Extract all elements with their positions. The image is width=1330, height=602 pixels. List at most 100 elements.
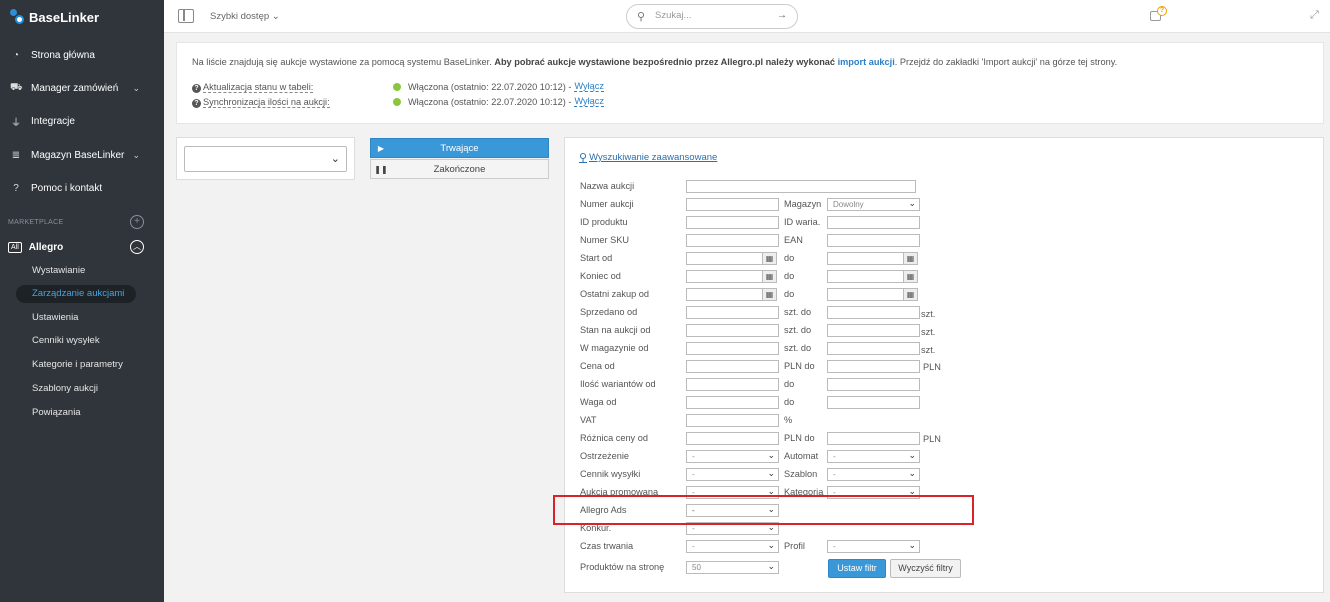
calendar-icon[interactable]: ▦ bbox=[763, 270, 777, 283]
clear-filters-button[interactable]: Wyczyść filtry bbox=[890, 559, 961, 578]
speedometer-icon: ◔ bbox=[12, 49, 20, 61]
tab-ended-auctions[interactable]: ❚❚ Zakończone bbox=[370, 159, 549, 179]
sidebar-item-label: Manager zamówień bbox=[31, 82, 119, 94]
info-bold-text: Aby pobrać aukcje wystawione bezpośredni… bbox=[494, 57, 838, 67]
sidebar-item-home[interactable]: ◔ Strona główna bbox=[0, 45, 164, 65]
sidebar-subitem-listing[interactable]: Wystawianie bbox=[32, 264, 85, 278]
price-diff-from-input[interactable] bbox=[686, 432, 779, 445]
warehouse-select[interactable]: Dowolny ⌄ bbox=[827, 198, 920, 211]
help-circle-icon: ? bbox=[13, 182, 19, 194]
label-duration: Czas trwania bbox=[580, 541, 634, 551]
question-icon: ? bbox=[192, 84, 201, 93]
advanced-search-label: Wyszukiwanie zaawansowane bbox=[589, 152, 718, 163]
automat-select[interactable]: - ⌄ bbox=[827, 450, 920, 463]
sidebar-item-allegro[interactable]: All Allegro ︿ bbox=[8, 239, 158, 255]
arrow-right-icon[interactable]: → bbox=[777, 10, 787, 21]
advanced-search-link[interactable]: ⚲ Wyszukiwanie zaawansowane bbox=[579, 151, 717, 164]
sidebar-subitem-links[interactable]: Powiązania bbox=[32, 406, 81, 420]
product-id-input[interactable] bbox=[686, 216, 779, 229]
sidebar-subitem-categories[interactable]: Kategorie i parametry bbox=[32, 358, 123, 372]
calendar-icon[interactable]: ▦ bbox=[763, 288, 777, 301]
apply-filter-button[interactable]: Ustaw filtr bbox=[828, 559, 886, 578]
calendar-icon[interactable]: ▦ bbox=[904, 288, 918, 301]
status-text: Włączona (ostatnio: 22.07.2020 10:12) - bbox=[408, 81, 572, 92]
end-to-input[interactable] bbox=[827, 270, 904, 283]
sidebar-item-label: Strona główna bbox=[31, 49, 95, 61]
auction-name-input[interactable] bbox=[686, 180, 916, 193]
calendar-icon[interactable]: ▦ bbox=[763, 252, 777, 265]
end-from-input[interactable] bbox=[686, 270, 763, 283]
status-text: Włączona (ostatnio: 22.07.2020 10:12) - bbox=[408, 96, 572, 107]
calendar-icon[interactable]: ▦ bbox=[904, 252, 918, 265]
start-from-input[interactable] bbox=[686, 252, 763, 265]
last-purchase-from-input[interactable] bbox=[686, 288, 763, 301]
label-stock-auction: Stan na aukcji od bbox=[580, 325, 651, 335]
stock-auction-from-input[interactable] bbox=[686, 324, 779, 337]
disable-link[interactable]: Wyłącz bbox=[574, 96, 604, 107]
expand-icon[interactable]: ⤢ bbox=[1310, 9, 1319, 22]
sidebar-toggle-icon[interactable] bbox=[178, 9, 194, 23]
warehouse-to-input[interactable] bbox=[827, 342, 920, 355]
profile-select[interactable]: - ⌄ bbox=[827, 540, 920, 553]
tab-active-auctions[interactable]: ▶ Trwające bbox=[370, 138, 549, 158]
chevron-down-icon: ⌄ bbox=[908, 198, 916, 208]
variant-count-from-input[interactable] bbox=[686, 378, 779, 391]
sidebar-item-orders[interactable]: ⛟ Manager zamówień ⌄ bbox=[0, 78, 164, 98]
help-chat-icon[interactable]: ? bbox=[1150, 6, 1167, 22]
template-select[interactable]: - ⌄ bbox=[827, 468, 920, 481]
weight-to-input[interactable] bbox=[827, 396, 920, 409]
price-from-input[interactable] bbox=[686, 360, 779, 373]
quick-access-dropdown[interactable]: Szybki dostęp ⌄ bbox=[210, 11, 280, 22]
sidebar-item-integrations[interactable]: ⏚ Integracje bbox=[0, 111, 164, 131]
sku-input[interactable] bbox=[686, 234, 779, 247]
sidebar-item-help[interactable]: ? Pomoc i kontakt bbox=[0, 178, 164, 198]
label-ean: EAN bbox=[784, 235, 803, 245]
sidebar-subitem-templates[interactable]: Szablony aukcji bbox=[32, 382, 98, 396]
sidebar-item-warehouse[interactable]: ≣ Magazyn BaseLinker ⌄ bbox=[0, 145, 164, 165]
shipping-price-select[interactable]: - ⌄ bbox=[686, 468, 779, 481]
select-value: - bbox=[833, 470, 836, 479]
label-product-id: ID produktu bbox=[580, 217, 628, 227]
sidebar-subitem-shipping-prices[interactable]: Cenniki wysyłek bbox=[32, 334, 100, 348]
variant-count-to-input[interactable] bbox=[827, 378, 920, 391]
status-row-quantity-sync: ? Synchronizacja ilości na aukcji: bbox=[192, 97, 330, 108]
per-page-select[interactable]: 50 ⌄ bbox=[686, 561, 779, 574]
calendar-icon[interactable]: ▦ bbox=[904, 270, 918, 283]
chevron-down-icon: ⌄ bbox=[330, 153, 340, 165]
search-icon: ⚲ bbox=[579, 152, 588, 164]
ean-input[interactable] bbox=[827, 234, 920, 247]
import-auctions-link[interactable]: import aukcji bbox=[838, 57, 895, 67]
label-price-from: Cena od bbox=[580, 361, 615, 371]
sold-from-input[interactable] bbox=[686, 306, 779, 319]
warning-select[interactable]: - ⌄ bbox=[686, 450, 779, 463]
account-select[interactable]: ⌄ bbox=[184, 146, 347, 172]
disable-link[interactable]: Wyłącz bbox=[574, 81, 604, 92]
label-to: do bbox=[784, 289, 795, 299]
label-price-difference: Różnica ceny od bbox=[580, 433, 648, 443]
variant-id-input[interactable] bbox=[827, 216, 920, 229]
sidebar-subitem-settings[interactable]: Ustawienia bbox=[32, 311, 78, 325]
add-marketplace-icon[interactable]: + bbox=[130, 215, 144, 229]
chevron-up-icon[interactable]: ︿ bbox=[130, 240, 144, 254]
sold-to-input[interactable] bbox=[827, 306, 920, 319]
start-to-input[interactable] bbox=[827, 252, 904, 265]
chevron-down-icon: ⌄ bbox=[132, 149, 140, 160]
weight-from-input[interactable] bbox=[686, 396, 779, 409]
last-purchase-to-input[interactable] bbox=[827, 288, 904, 301]
chevron-down-icon: ⌄ bbox=[271, 11, 280, 22]
logo[interactable]: BaseLinker bbox=[10, 8, 99, 26]
search-input[interactable] bbox=[655, 10, 765, 21]
vat-input[interactable] bbox=[686, 414, 779, 427]
baselinker-logo-icon bbox=[10, 9, 24, 25]
label-start-from: Start od bbox=[580, 253, 613, 263]
sidebar-subitem-auction-management[interactable]: Zarządzanie aukcjami bbox=[16, 285, 136, 303]
auction-number-input[interactable] bbox=[686, 198, 779, 211]
price-diff-to-input[interactable] bbox=[827, 432, 920, 445]
allegro-label: Allegro bbox=[28, 241, 64, 253]
chevron-down-icon: ⌄ bbox=[767, 540, 775, 550]
warehouse-from-input[interactable] bbox=[686, 342, 779, 355]
duration-select[interactable]: - ⌄ bbox=[686, 540, 779, 553]
price-to-input[interactable] bbox=[827, 360, 920, 373]
stock-auction-to-input[interactable] bbox=[827, 324, 920, 337]
label-pcs: szt. bbox=[921, 345, 936, 355]
